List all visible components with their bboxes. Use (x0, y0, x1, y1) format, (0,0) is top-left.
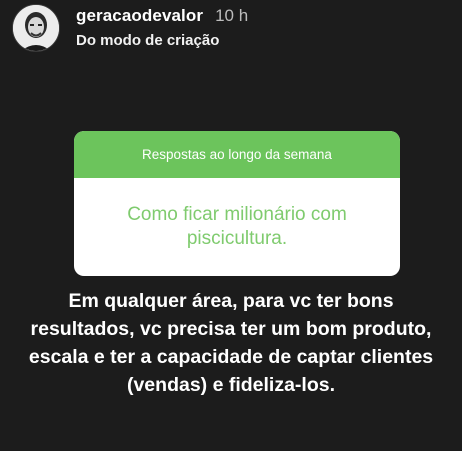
caption-line-3: escala e ter a capacidade de captar clie… (28, 346, 434, 368)
post-subtitle: Do modo de criação (76, 32, 220, 49)
username[interactable]: geracaodevalor (76, 6, 203, 26)
story-header: geracaodevalor 10 h Do modo de criação (12, 4, 248, 52)
caption-line-1: Em qualquer área, para vc ter bons (68, 290, 394, 312)
post-meta: geracaodevalor 10 h Do modo de criação (76, 6, 248, 49)
post-time: 10 h (215, 6, 249, 25)
profile-photo-icon (13, 5, 59, 51)
question-line-1: Como ficar milionário com (127, 204, 347, 225)
story-caption: Em qualquer área, para vc ter bons resul… (0, 287, 462, 399)
question-line-2: piscicultura. (186, 228, 288, 249)
question-body: Como ficar milionário com piscicultura. (74, 178, 400, 276)
caption-line-4: (vendas) e fideliza-los. (126, 374, 336, 396)
avatar[interactable] (12, 4, 60, 52)
caption-line-2: resultados, vc precisa ter um bom produt… (30, 318, 432, 340)
question-sticker: Respostas ao longo da semana Como ficar … (74, 131, 400, 276)
question-header: Respostas ao longo da semana (74, 131, 400, 178)
story-view: geracaodevalor 10 h Do modo de criação R… (0, 0, 462, 451)
